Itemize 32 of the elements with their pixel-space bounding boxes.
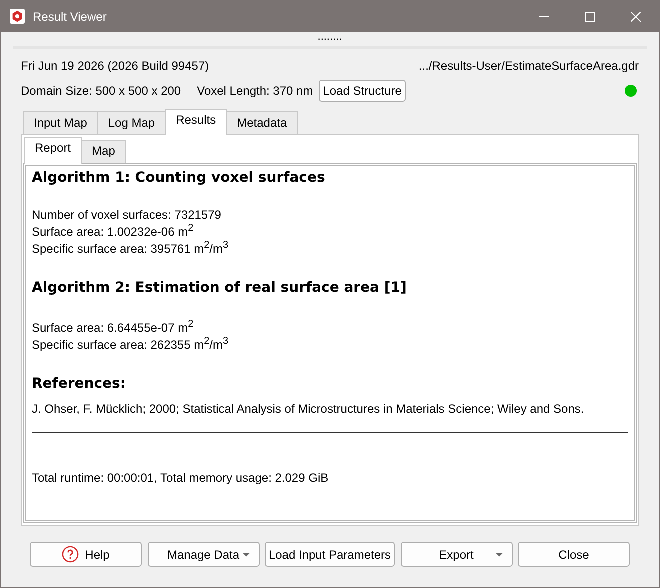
tab[interactable]: Log Map [97, 111, 166, 134]
tab[interactable]: Report [24, 137, 82, 164]
menu-button[interactable]: Manage Data [148, 542, 260, 567]
button[interactable]: Load Input Parameters [265, 542, 395, 567]
report-line: Number of voxel surfaces: 7321579 [32, 208, 222, 222]
voxel-length: Voxel Length: 370 nm [197, 84, 314, 98]
caret-icon [496, 553, 502, 557]
window-title: Result Viewer [33, 10, 107, 24]
tab[interactable]: Results [165, 109, 228, 135]
caret-icon [242, 553, 250, 557]
report-line: Surface area: 6.64455e-07 m$^{2}$ [32, 318, 195, 335]
tab[interactable]: Input Map [23, 111, 98, 134]
button[interactable]: Help [30, 542, 142, 567]
reference-text: J. Ohser, F. Mücklich; 2000; Statistical Analysis of Microstructures in Materials Science; Wiley and Sons. [32, 402, 586, 416]
tab[interactable]: Metadata [226, 111, 298, 134]
report-heading: Algorithm 1: Counting voxel surfaces [32, 170, 326, 186]
app-logo-icon [10, 9, 25, 24]
report-line: Specific surface area: 262355 m$^{2}$/m$^{3}$ [32, 335, 230, 352]
button[interactable]: Close [518, 542, 630, 567]
report-line: Specific surface area: 395761 m$^{2}$/m$^{3}$ [32, 239, 230, 256]
load-structure-button[interactable]: Load Structure [319, 80, 406, 102]
report-heading: Algorithm 2: Estimation of real surface area [1] [32, 280, 408, 296]
report-heading: References: [32, 376, 127, 392]
splitter-handle[interactable]: ........ [13, 32, 647, 49]
help-icon [62, 546, 80, 563]
build-date: Fri Jun 19 2026 (2026 Build 99457) [21, 59, 210, 73]
file-path: .../Results-User/EstimateSurfaceArea.gdr [418, 59, 639, 73]
runtime-summary: Total runtime: 00:00:01, Total memory usage: 2.029 GiB [32, 471, 330, 485]
menu-button[interactable]: Export [400, 542, 512, 567]
report-line: Surface area: 1.00232e-06 m$^{2}$ [32, 222, 195, 239]
tab[interactable]: Map [81, 140, 126, 163]
domain-size: Domain Size: 500 x 500 x 200 [21, 84, 182, 98]
